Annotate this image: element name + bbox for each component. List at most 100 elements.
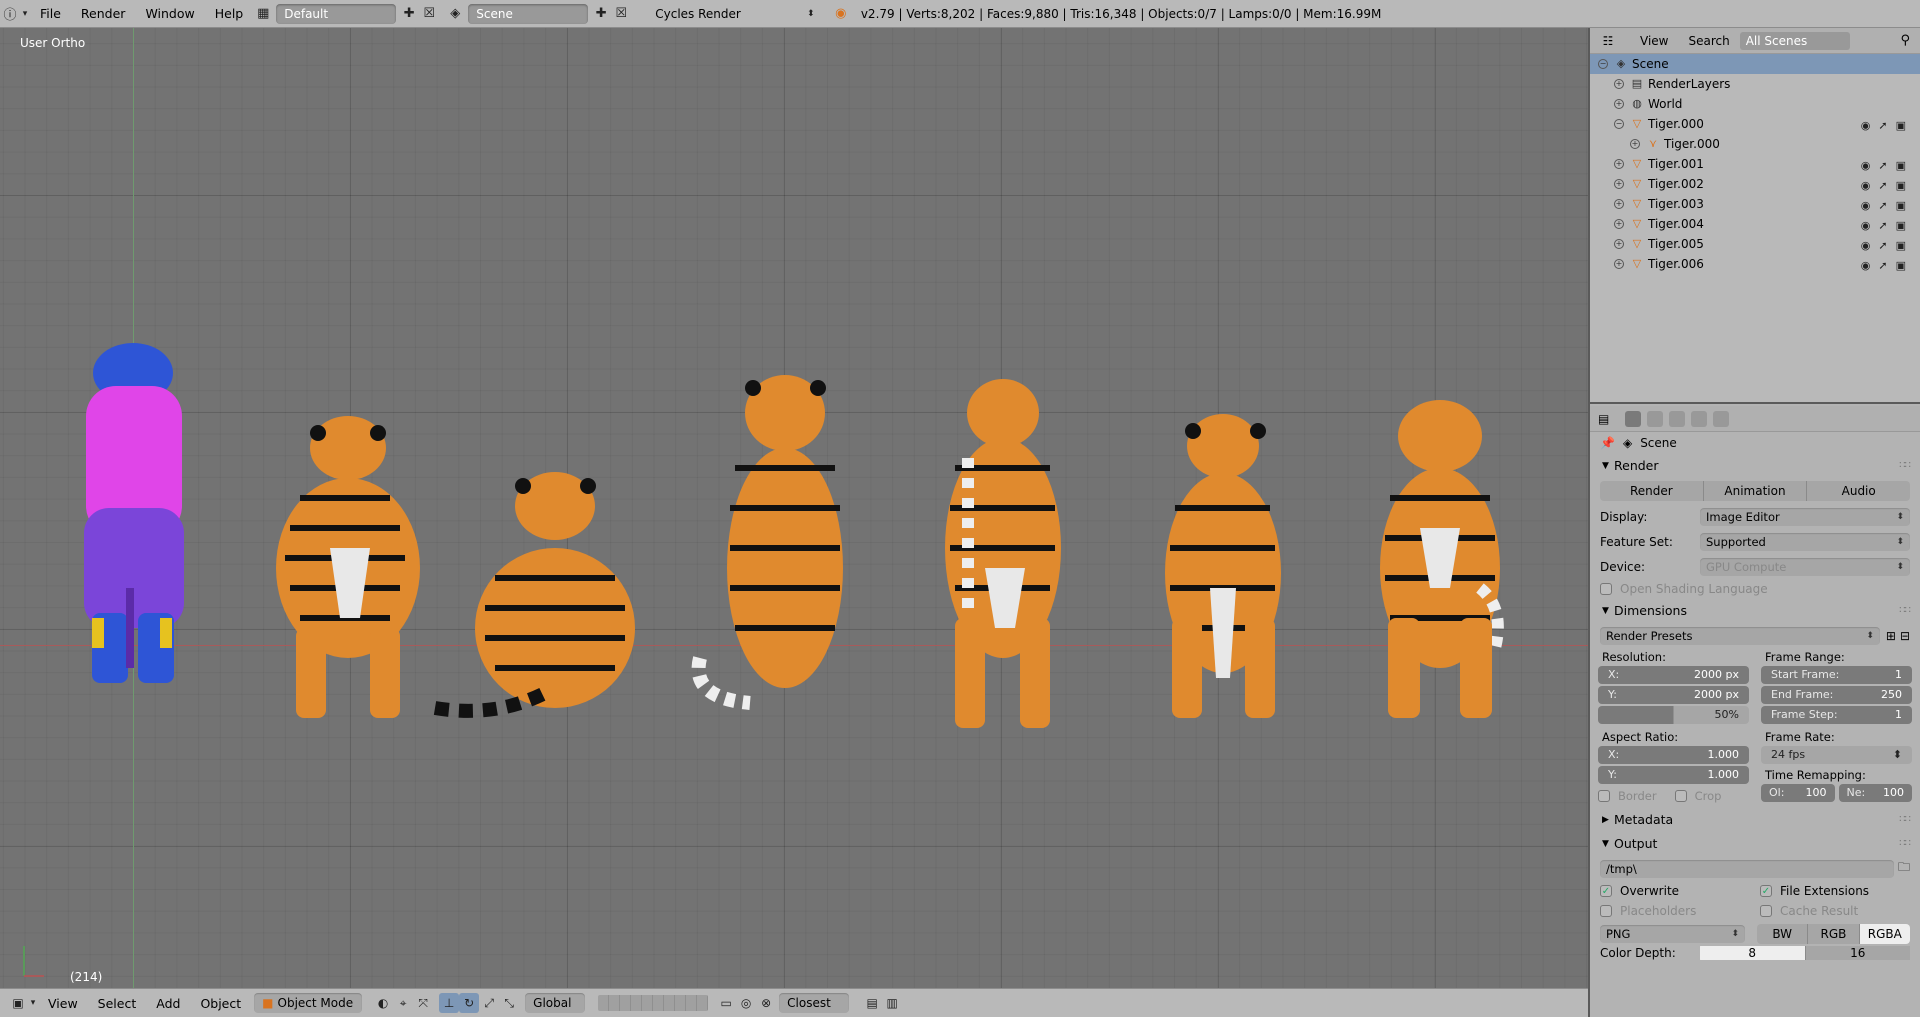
snap-target-select[interactable]: Closest [779, 993, 850, 1013]
close-icon[interactable]: ☒ [419, 4, 439, 24]
osl-checkbox[interactable]: Open Shading Language [1590, 579, 1920, 599]
end-frame-field[interactable]: End Frame: 250 [1761, 686, 1912, 704]
device-select[interactable]: GPU Compute ⬍ [1700, 557, 1910, 576]
outliner-item[interactable]: + ▽ Tiger.003 ◉➚▣ [1590, 194, 1920, 214]
outliner-item[interactable]: + ▽ Tiger.005 ◉➚▣ [1590, 234, 1920, 254]
scale-icon[interactable]: ⤢ [479, 993, 499, 1013]
render-engine-select[interactable]: Cycles Render [655, 7, 741, 21]
menu-add[interactable]: Add [146, 996, 190, 1011]
world-tab-icon[interactable] [1691, 410, 1708, 427]
outliner-item[interactable]: + ▽ Tiger.002 ◉➚▣ [1590, 174, 1920, 194]
editor-type-icon[interactable]: ☷ [1598, 34, 1618, 48]
snap-icon[interactable]: ⊗ [756, 993, 776, 1013]
scene-icon[interactable]: ◈ [445, 4, 465, 24]
mode-select[interactable]: ■ Object Mode [254, 993, 363, 1013]
frame-step-field[interactable]: Frame Step: 1 [1761, 706, 1912, 724]
resolution-percent-slider[interactable]: 50% [1598, 706, 1749, 724]
outliner-item[interactable]: + ▤ RenderLayers [1590, 74, 1920, 94]
visibility-toggles-icon[interactable]: ◉➚▣ [1861, 236, 1914, 256]
time-remap-new-field[interactable]: Ne: 100 [1838, 784, 1912, 802]
expand-toggle-icon[interactable]: + [1630, 139, 1640, 149]
render-still-icon[interactable]: ▤ [862, 993, 882, 1013]
orientation-select[interactable]: Global [525, 993, 586, 1013]
render-presets-select[interactable]: Render Presets ⬍ [1600, 626, 1880, 645]
layer-buttons[interactable] [598, 995, 709, 1011]
feature-set-select[interactable]: Supported ⬍ [1700, 532, 1910, 551]
outliner-item[interactable]: + ▽ Tiger.006 ◉➚▣ [1590, 254, 1920, 274]
add-icon[interactable]: ✚ [399, 4, 419, 24]
render-panel-header[interactable]: ▼ Render ∷∷ [1590, 454, 1920, 478]
outliner-item[interactable]: + ▽ Tiger.004 ◉➚▣ [1590, 214, 1920, 234]
close-icon[interactable]: ☒ [611, 4, 631, 24]
visibility-toggles-icon[interactable]: ◉➚▣ [1861, 176, 1914, 196]
crop-checkbox[interactable] [1674, 790, 1687, 802]
file-extensions-checkbox[interactable]: ✓ File Extensions [1750, 881, 1910, 901]
scene-select[interactable]: Scene [468, 3, 589, 24]
menu-object[interactable]: Object [190, 996, 251, 1011]
visibility-toggles-icon[interactable]: ◉➚▣ [1861, 256, 1914, 276]
add-preset-button[interactable]: ⊞ [1886, 629, 1896, 643]
render-tab-icon[interactable] [1625, 410, 1642, 427]
pivot-icon[interactable]: ⌖ [393, 993, 413, 1013]
chevron-down-icon[interactable]: ▾ [20, 4, 30, 24]
drag-grip-icon[interactable]: ∷∷ [1899, 454, 1911, 478]
expand-toggle-icon[interactable]: + [1614, 259, 1624, 269]
scene-tab-icon[interactable] [1669, 410, 1686, 427]
frame-rate-select[interactable]: 24 fps ⬍ [1761, 746, 1912, 764]
display-mode-select[interactable]: All Scenes [1739, 31, 1850, 50]
screen-layout-icon[interactable]: ▦ [253, 4, 273, 24]
layer-lock-icon[interactable]: ▭ [716, 993, 736, 1013]
rgba-button[interactable]: RGBA [1859, 923, 1910, 944]
file-format-select[interactable]: PNG ⬍ [1600, 924, 1745, 943]
texture-tab-icon[interactable] [1713, 410, 1730, 427]
menu-search[interactable]: Search [1678, 34, 1739, 48]
outliner-item[interactable]: + ▽ Tiger.001 ◉➚▣ [1590, 154, 1920, 174]
scale-icon[interactable]: ⤡ [499, 993, 519, 1013]
visibility-toggles-icon[interactable]: ◉➚▣ [1861, 196, 1914, 216]
menu-window[interactable]: Window [135, 0, 204, 28]
remove-preset-button[interactable]: ⊟ [1900, 629, 1910, 643]
manipulator-icon[interactable]: ⤧ [413, 993, 433, 1013]
depth-16-button[interactable]: 16 [1805, 946, 1910, 960]
visibility-toggles-icon[interactable]: ◉➚▣ [1861, 156, 1914, 176]
screen-layout-select[interactable]: Default [276, 3, 397, 24]
output-path-field[interactable]: /tmp\ [1600, 859, 1894, 878]
viewport-shading-icon[interactable]: ◐ [373, 993, 393, 1013]
editor-type-icon[interactable]: ▣ [8, 993, 28, 1013]
visibility-toggles-icon[interactable]: ◉➚▣ [1861, 216, 1914, 236]
outliner-item[interactable]: − ◈ Scene [1590, 54, 1920, 74]
expand-toggle-icon[interactable]: + [1614, 239, 1624, 249]
visibility-toggles-icon[interactable]: ◉➚▣ [1861, 116, 1914, 136]
chevron-down-icon[interactable]: ▾ [28, 993, 38, 1013]
time-remap-old-field[interactable]: Ol: 100 [1761, 784, 1835, 802]
pin-icon[interactable]: 📌 [1600, 436, 1615, 450]
rotate-icon[interactable]: ↻ [459, 993, 480, 1013]
aspect-y-field[interactable]: Y: 1.000 [1598, 766, 1749, 784]
translate-icon[interactable]: ⊥ [439, 993, 460, 1013]
expand-toggle-icon[interactable]: − [1614, 119, 1624, 129]
overwrite-checkbox[interactable]: ✓ Overwrite [1590, 881, 1750, 901]
chevron-updown-icon[interactable]: ⬍ [801, 4, 821, 24]
folder-icon[interactable]: 🗀 [1898, 858, 1910, 879]
resolution-y-field[interactable]: Y: 2000 px [1598, 686, 1749, 704]
resolution-x-field[interactable]: X: 2000 px [1598, 666, 1749, 684]
dimensions-panel-header[interactable]: ▼ Dimensions ∷∷ [1590, 599, 1920, 623]
info-icon[interactable]: ⓘ [0, 4, 20, 24]
proportional-edit-icon[interactable]: ◎ [736, 993, 756, 1013]
expand-toggle-icon[interactable]: + [1614, 79, 1624, 89]
search-icon[interactable]: ⚲ [1900, 33, 1910, 48]
expand-toggle-icon[interactable]: + [1614, 219, 1624, 229]
expand-toggle-icon[interactable]: + [1614, 199, 1624, 209]
drag-grip-icon[interactable]: ∷∷ [1899, 808, 1911, 832]
aspect-x-field[interactable]: X: 1.000 [1598, 746, 1749, 764]
expand-toggle-icon[interactable]: + [1614, 99, 1624, 109]
rgb-button[interactable]: RGB [1808, 923, 1860, 944]
cache-result-checkbox[interactable]: Cache Result [1750, 901, 1910, 921]
expand-toggle-icon[interactable]: − [1598, 59, 1608, 69]
menu-view[interactable]: View [38, 996, 88, 1011]
placeholders-checkbox[interactable]: Placeholders [1590, 901, 1750, 921]
outliner-item[interactable]: − ▽ Tiger.000 ◉➚▣ [1590, 114, 1920, 134]
menu-help[interactable]: Help [205, 0, 254, 28]
render-animation-icon[interactable]: ▥ [882, 993, 902, 1013]
menu-select[interactable]: Select [88, 996, 147, 1011]
